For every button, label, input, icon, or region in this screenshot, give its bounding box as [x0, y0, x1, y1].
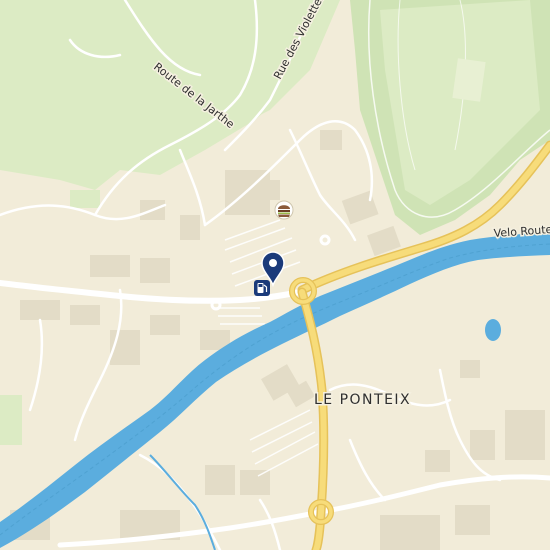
- map-view[interactable]: Route de la Jarthe Rue des Violettes Vel…: [0, 0, 550, 550]
- forest-patch-west: [0, 395, 22, 445]
- fuel-station-icon[interactable]: [254, 280, 270, 296]
- burger-icon[interactable]: [274, 200, 294, 220]
- forest-patch-small: [70, 190, 100, 208]
- map-canvas[interactable]: Route de la Jarthe Rue des Violettes Vel…: [0, 0, 550, 550]
- place-label-le-ponteix: LE PONTEIX: [314, 392, 411, 408]
- field-patch: [452, 58, 486, 102]
- pond: [485, 319, 501, 341]
